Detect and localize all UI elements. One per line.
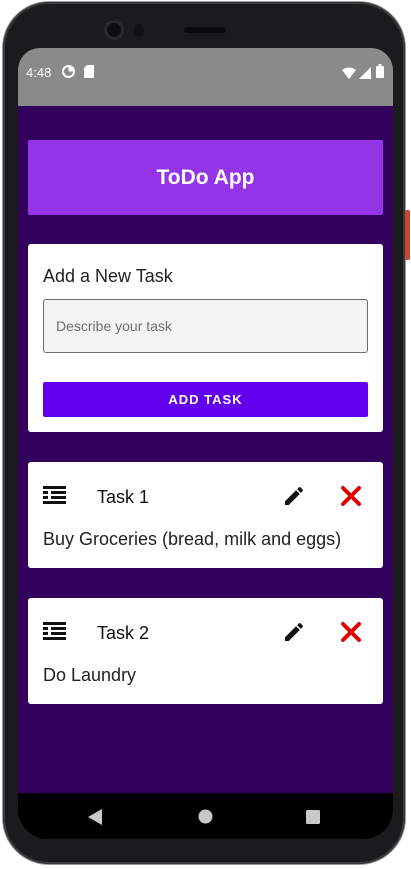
front-camera (104, 20, 124, 40)
earpiece-speaker (184, 27, 226, 33)
screen: 4:48 ToDo App Add a New Task ADD TASK (18, 48, 393, 839)
new-task-heading: Add a New Task (43, 266, 173, 286)
navigation-bar (18, 793, 393, 839)
wifi-icon (342, 66, 356, 84)
pencil-icon[interactable] (282, 484, 306, 508)
app-content: ToDo App Add a New Task ADD TASK Task 1 (18, 106, 393, 793)
list-lines-icon (43, 486, 67, 506)
phone-side-button (405, 210, 410, 260)
recents-icon[interactable] (306, 810, 320, 829)
app-bar: ToDo App (28, 140, 383, 215)
back-icon[interactable] (88, 809, 102, 830)
status-bar: 4:48 (18, 48, 393, 106)
list-lines-icon (43, 622, 67, 642)
close-icon[interactable] (340, 485, 362, 507)
status-time: 4:48 (26, 65, 52, 80)
home-icon[interactable] (198, 809, 213, 829)
app-title: ToDo App (156, 165, 255, 189)
task-card: Task 1 Buy Groceries (bread, milk and eg… (28, 462, 383, 568)
task-description: Do Laundry (43, 665, 137, 685)
battery-icon (376, 64, 384, 83)
data-saver-icon (62, 65, 75, 83)
new-task-card: Add a New Task ADD TASK (28, 244, 383, 432)
add-task-button[interactable]: ADD TASK (43, 382, 368, 417)
sim-card-icon (84, 65, 94, 83)
task-card: Task 2 Do Laundry (28, 598, 383, 704)
front-sensor (134, 24, 144, 36)
task-title: Task 2 (97, 623, 150, 643)
cell-signal-icon (359, 66, 371, 84)
task-description-input[interactable] (43, 299, 368, 353)
task-description: Buy Groceries (bread, milk and eggs) (43, 529, 342, 549)
pencil-icon[interactable] (282, 620, 306, 644)
task-title: Task 1 (97, 487, 150, 507)
close-icon[interactable] (340, 621, 362, 643)
